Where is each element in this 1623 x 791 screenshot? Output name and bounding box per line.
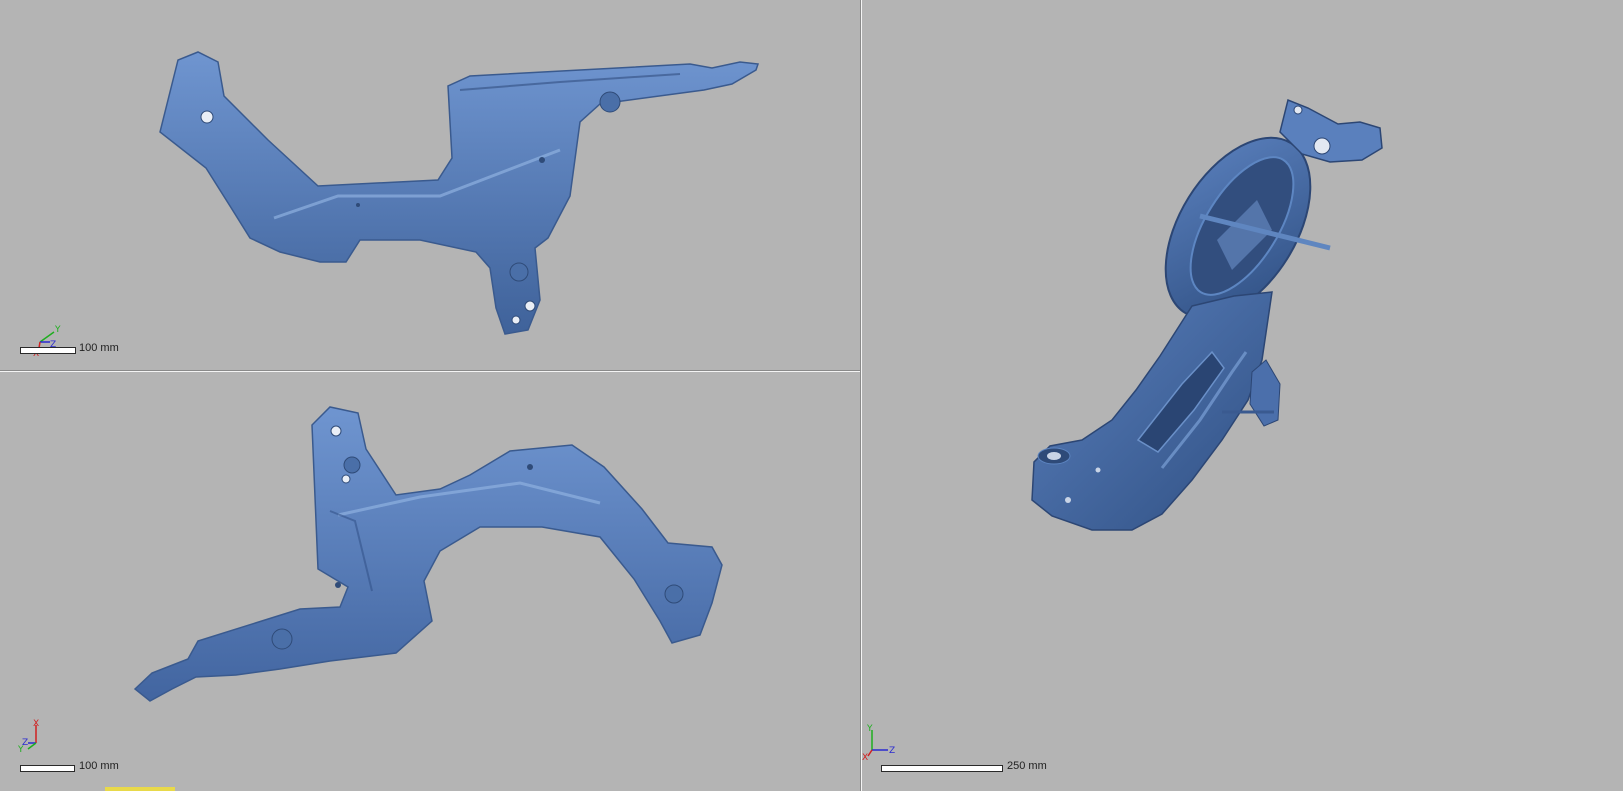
viewport-bottom-left[interactable]: X Z Y 100 mm [0, 371, 860, 791]
frame-model-side-view[interactable] [0, 0, 860, 370]
axis-triad-icon: Y Z X [862, 724, 895, 762]
scale-bar-icon [20, 765, 75, 772]
viewport-right[interactable]: Y Z X 250 mm [862, 0, 1623, 791]
axis-label-a: Y [866, 724, 873, 734]
scale-label-bottom: 100 mm [79, 760, 119, 772]
axis-label-a: Y [54, 325, 61, 335]
frame-model-bottom-view[interactable] [0, 371, 860, 791]
axis-label-a: X [33, 719, 39, 729]
axis-triad-icon: X Z Y [17, 719, 39, 753]
frame-model-iso-view[interactable] [862, 0, 1623, 791]
axis-label-c: X [862, 753, 868, 762]
viewport-divider-horizontal[interactable] [0, 370, 860, 372]
scale-bar-icon [881, 765, 1003, 772]
scale-label-right: 250 mm [1007, 760, 1047, 772]
scale-label-top: 100 mm [79, 342, 119, 354]
status-indicator [105, 787, 175, 791]
axis-label-b: Z [889, 746, 895, 756]
axis-label-c: Y [17, 745, 24, 753]
viewport-divider-vertical[interactable] [860, 0, 862, 791]
scale-bar-icon [20, 347, 76, 354]
viewport-top-left[interactable]: Y Z X 100 mm [0, 0, 860, 370]
